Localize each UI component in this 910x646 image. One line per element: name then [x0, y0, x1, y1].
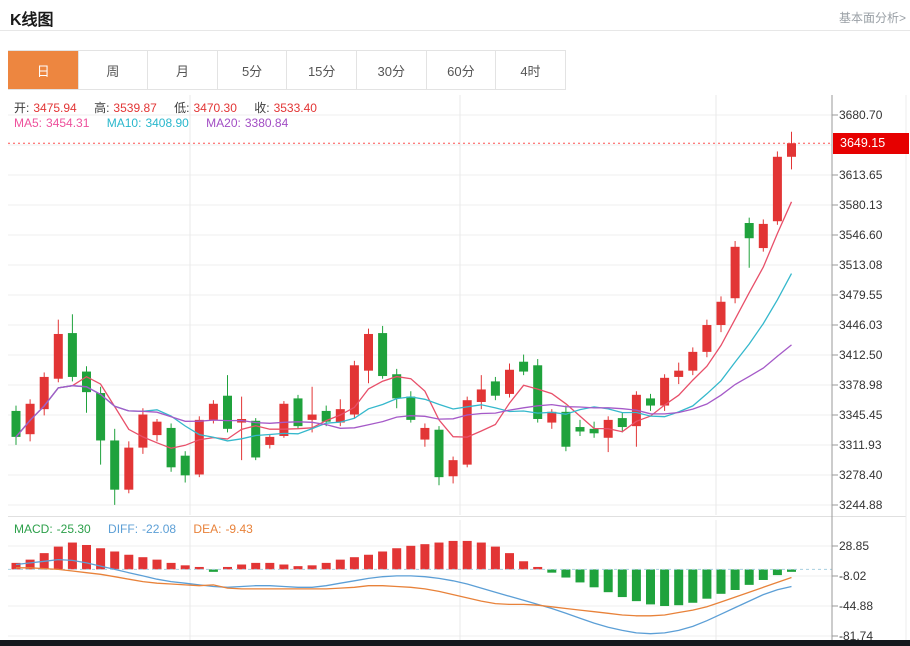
ohlc-readout: 开: 3475.94 高: 3539.87 低: 3470.30 收: 3533.40: [14, 99, 321, 116]
low-label: 低:: [174, 101, 189, 115]
price-axis-label: 3345.45: [839, 408, 882, 423]
macd-value: -25.30: [57, 522, 91, 536]
high-value: 3539.87: [113, 101, 156, 115]
tab-day[interactable]: 日: [8, 51, 78, 89]
open-value: 3475.94: [33, 101, 76, 115]
tab-month[interactable]: 月: [147, 51, 217, 89]
dea-value: -9.43: [225, 522, 252, 536]
ma10-label: MA10:: [107, 116, 142, 130]
title-divider: [0, 30, 910, 31]
macd-axis-label: -44.88: [839, 599, 873, 614]
price-axis-label: 3613.65: [839, 168, 882, 183]
tab-week[interactable]: 周: [78, 51, 148, 89]
macd-legend: MACD: -25.30 DIFF: -22.08 DEA: -9.43: [14, 522, 257, 536]
price-axis-label: 3244.88: [839, 498, 882, 513]
macd-label: MACD:: [14, 522, 53, 536]
ma5-label: MA5:: [14, 116, 42, 130]
dea-label: DEA:: [193, 522, 221, 536]
price-axis-label: 3446.03: [839, 318, 882, 333]
macd-axis-label: 28.85: [839, 539, 869, 554]
tab-60min[interactable]: 60分: [426, 51, 496, 89]
ma10-value: 3408.90: [145, 116, 188, 130]
close-label: 收:: [254, 101, 269, 115]
high-label: 高:: [94, 101, 109, 115]
macd-axis-label: -8.02: [839, 569, 866, 584]
tab-15min[interactable]: 15分: [286, 51, 356, 89]
low-value: 3470.30: [194, 101, 237, 115]
price-axis-label: 3412.50: [839, 348, 882, 363]
current-price-tag: 3649.15: [833, 133, 909, 154]
price-axis-label: 3580.13: [839, 198, 882, 213]
bottom-bar: [0, 640, 910, 646]
tab-5min[interactable]: 5分: [217, 51, 287, 89]
ma5-value: 3454.31: [46, 116, 89, 130]
price-axis-label: 3278.40: [839, 468, 882, 483]
close-value: 3533.40: [274, 101, 317, 115]
price-axis-label: 3378.98: [839, 378, 882, 393]
diff-label: DIFF:: [108, 522, 138, 536]
price-axis-label: 3546.60: [839, 228, 882, 243]
open-label: 开:: [14, 101, 29, 115]
ma-legend: MA5: 3454.31 MA10:3408.90 MA20: 3380.84: [14, 116, 292, 130]
tab-30min[interactable]: 30分: [356, 51, 426, 89]
kline-chart[interactable]: [0, 93, 910, 646]
period-tabbar: 日 周 月 5分 15分 30分 60分 4时: [8, 50, 566, 90]
page-title: K线图: [10, 6, 54, 30]
price-axis-label: 3513.08: [839, 258, 882, 273]
diff-value: -22.08: [142, 522, 176, 536]
tab-4hour[interactable]: 4时: [495, 51, 565, 89]
price-axis-label: 3311.93: [839, 438, 882, 453]
ma20-label: MA20:: [206, 116, 241, 130]
price-axis-label: 3680.70: [839, 108, 882, 123]
price-axis-label: 3479.55: [839, 288, 882, 303]
fundamental-analysis-link[interactable]: 基本面分析>: [839, 9, 906, 26]
ma20-value: 3380.84: [245, 116, 288, 130]
